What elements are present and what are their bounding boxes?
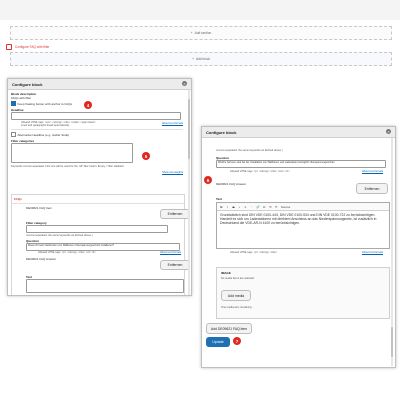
bold-button[interactable]: B — [220, 205, 223, 209]
dialog-title-bar-right: Configure block — [202, 127, 395, 138]
add-faq-item-button[interactable]: Add DE09621 FAQ item — [206, 323, 252, 334]
blockquote-button[interactable]: “ — [250, 205, 253, 209]
rich-text-editor[interactable]: B I S • 1. “ 🔗 Ω ⟲ ⟳ Source Grundsätzlic… — [216, 202, 390, 249]
question-input-right[interactable]: Welche Normen sind bei der Installation … — [216, 160, 386, 168]
text-label-right: Text — [216, 197, 222, 201]
close-icon[interactable]: × — [182, 81, 187, 86]
floating-button-label: Keep floating button with anchor to FAQs — [17, 101, 73, 106]
step-badge-4: 4 — [84, 101, 92, 109]
plus-icon: + — [190, 31, 193, 35]
keywords-help: Keywords comma separated. First one will… — [11, 165, 124, 168]
editor-content[interactable]: Grundsätzlich sind DIN VDE 0100-443, DIN… — [217, 211, 389, 228]
floating-button-checkbox-row[interactable]: Keep floating button with anchor to FAQs — [11, 101, 183, 106]
text-allowed-html: Allowed HTML tags: <p> <strong> <cite> — [230, 251, 278, 254]
checkbox-unchecked[interactable] — [11, 132, 16, 137]
top-help: comma separated: the same keywords as de… — [216, 149, 283, 152]
dialog-title-right: Configure block — [206, 129, 237, 135]
numbered-list-button[interactable]: 1. — [244, 205, 247, 209]
source-button[interactable]: Source — [281, 205, 291, 209]
about-text-formats-link-right-2[interactable]: About text formats — [362, 251, 383, 254]
add-section-label: Add section — [194, 31, 212, 35]
faq-answer-title: DE09621 FAQ Answer — [216, 182, 247, 186]
add-block-button[interactable]: + Add block — [10, 52, 392, 66]
remove-faq-button-2[interactable]: Entfernen — [160, 260, 190, 270]
remove-faq-button[interactable]: Entfernen — [160, 209, 190, 219]
faq-item-title-2: DE09621 FAQ Answer — [26, 257, 57, 261]
scrollbar-thumb[interactable] — [188, 99, 190, 159]
filter-category-input[interactable] — [26, 225, 168, 233]
configure-block-dialog-right: Configure block × comma separated: the s… — [201, 126, 396, 368]
add-block-label: Add block — [195, 57, 210, 61]
scrollbar-thumb-right[interactable] — [391, 327, 393, 357]
media-help: One media item remaining. — [221, 306, 253, 309]
configure-block-dialog-left: Configure block × Block description FAQs… — [7, 78, 192, 296]
step-badge-5: 5 — [142, 152, 150, 160]
question-input[interactable]: Muss ich beim Nachrüsten von Wallboxen Ü… — [26, 243, 180, 251]
question-allowed-html-right: Allowed HTML tags: <p> <strong> <cite> <… — [230, 170, 290, 173]
remove-answer-button[interactable]: Entfernen — [356, 183, 388, 194]
step-badge-7: 7 — [233, 337, 241, 345]
admin-top-strip — [0, 0, 400, 20]
alt-headline-checkbox-row[interactable]: Alternative Headline (e.g. visible Stufe… — [11, 132, 183, 137]
section-breadcrumb[interactable]: Configure FAQ with filter — [6, 44, 49, 50]
special-char-button[interactable]: Ω — [263, 205, 266, 209]
redo-icon[interactable]: ⟳ — [275, 205, 278, 209]
about-text-formats-link[interactable]: About text formats — [162, 122, 183, 125]
about-text-formats-link-2[interactable]: About text formats — [160, 251, 181, 254]
no-media-text: No media items are selected. — [221, 277, 255, 280]
strike-button[interactable]: S — [232, 205, 235, 209]
headline-input[interactable] — [11, 112, 181, 120]
update-button[interactable]: Update — [206, 337, 230, 347]
breadcrumb-label: Configure FAQ with filter — [14, 44, 50, 49]
about-text-formats-link-right[interactable]: About text formats — [362, 170, 383, 173]
undo-icon[interactable]: ⟲ — [269, 205, 272, 209]
block-description-value: FAQs with filter — [11, 96, 32, 100]
dialog-title: Configure block — [12, 81, 43, 87]
plus-icon: + — [192, 57, 194, 61]
alt-headline-label: Alternative Headline (e.g. visible Stufe… — [17, 132, 70, 137]
checkbox-checked[interactable] — [11, 101, 16, 106]
faq-item-title: DE09621 FAQ Item — [26, 206, 53, 210]
image-field: IMAGE No media items are selected. Add m… — [216, 267, 390, 319]
step-badge-6: 6 — [204, 176, 212, 184]
text-editor-area[interactable] — [26, 279, 184, 293]
filter-categories-textarea[interactable] — [11, 143, 133, 163]
editor-toolbar: B I S • 1. “ 🔗 Ω ⟲ ⟳ Source — [217, 203, 389, 211]
show-row-weights-link[interactable]: Show row weights — [162, 171, 183, 174]
section-config-icon — [6, 44, 12, 50]
dialog-title-bar: Configure block — [8, 79, 191, 90]
italic-button[interactable]: I — [226, 205, 229, 209]
close-icon[interactable]: × — [386, 129, 391, 134]
image-label: IMAGE — [221, 271, 231, 275]
filter-category-help: comma separated: the same keywords as de… — [26, 234, 93, 237]
bullet-list-button[interactable]: • — [238, 205, 241, 209]
add-section-button[interactable]: + Add section — [10, 26, 392, 40]
faqs-label: FAQs — [14, 197, 22, 201]
add-media-button[interactable]: Add media — [221, 290, 251, 301]
link-icon[interactable]: 🔗 — [256, 205, 260, 209]
question-allowed-html: Allowed HTML tags: <p> <strong> <cite> <… — [38, 251, 96, 254]
